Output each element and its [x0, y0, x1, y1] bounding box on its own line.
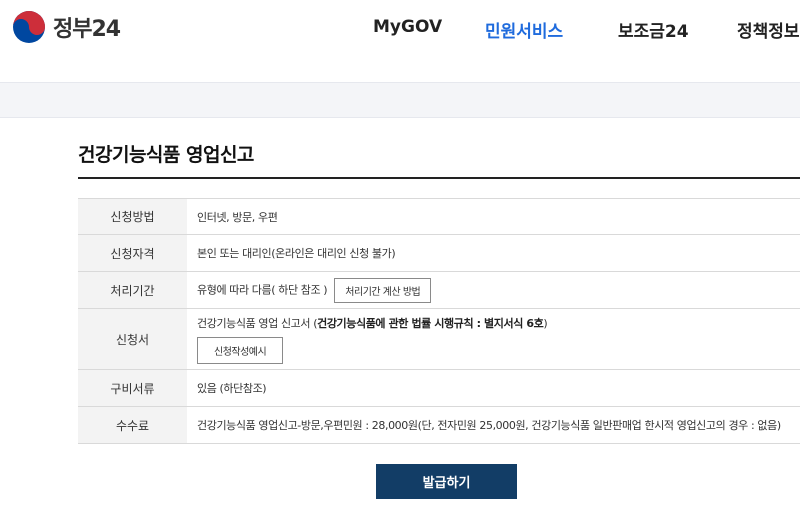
row-value-fee: 건강기능식품 영업신고-방문,우편민원 : 28,000원(단, 전자민원 25…	[197, 419, 781, 432]
row-label-method: 신청방법	[78, 198, 187, 235]
application-example-button[interactable]: 신청작성예시	[197, 336, 284, 364]
page-title: 건강기능식품 영업신고	[78, 144, 254, 166]
form-name: 건강기능식품 영업 신고서 (	[197, 316, 318, 330]
nav-item-policy-info[interactable]: 정책정보	[737, 17, 800, 42]
processing-period-calc-button[interactable]: 처리기간 계산 방법	[334, 277, 432, 303]
row-label-documents: 구비서류	[78, 369, 187, 407]
row-value-form-cell: 건강기능식품 영업 신고서 (건강기능식품에 관한 법률 시행규칙 : 별지서식…	[187, 309, 800, 370]
row-value-method: 인터넷, 방문, 우편	[197, 210, 278, 224]
nav-item-mygov[interactable]: MyGOV	[373, 17, 442, 37]
table-row: 신청자격 본인 또는 대리인(온라인은 대리인 신청 불가)	[78, 234, 800, 272]
row-label-qualification: 신청자격	[78, 234, 187, 272]
sub-band	[0, 82, 800, 118]
form-law-reference: 건강기능식품에 관한 법률 시행규칙 : 별지서식 6호	[317, 316, 544, 330]
issue-button[interactable]: 발급하기	[376, 464, 517, 499]
row-value-documents: 있음 (하단참조)	[197, 382, 267, 395]
table-row: 신청방법 인터넷, 방문, 우편	[78, 198, 800, 235]
title-divider	[78, 177, 800, 179]
row-value-period: 유형에 따라 다름( 하단 참조 )	[197, 283, 328, 296]
row-value-form: 건강기능식품 영업 신고서 (건강기능식품에 관한 법률 시행규칙 : 별지서식…	[197, 315, 800, 331]
main-nav: MyGOV 민원서비스 보조금24 정책정보	[0, 17, 800, 42]
table-row: 신청서 건강기능식품 영업 신고서 (건강기능식품에 관한 법률 시행규칙 : …	[78, 308, 800, 370]
nav-item-subsidy24[interactable]: 보조금24	[618, 17, 689, 42]
row-label-period: 처리기간	[78, 271, 187, 309]
table-row: 구비서류 있음 (하단참조)	[78, 369, 800, 407]
form-suffix: )	[543, 316, 548, 330]
nav-item-civil-service[interactable]: 민원서비스	[485, 17, 563, 42]
service-info-table: 신청방법 인터넷, 방문, 우편 신청자격 본인 또는 대리인(온라인은 대리인…	[78, 198, 800, 444]
row-label-form: 신청서	[78, 308, 187, 370]
table-row: 처리기간 유형에 따라 다름( 하단 참조 ) 처리기간 계산 방법	[78, 271, 800, 309]
row-value-period-cell: 유형에 따라 다름( 하단 참조 ) 처리기간 계산 방법	[187, 272, 800, 309]
table-row: 수수료 건강기능식품 영업신고-방문,우편민원 : 28,000원(단, 전자민…	[78, 406, 800, 444]
row-label-fee: 수수료	[78, 406, 187, 444]
site-header: 정부24 MyGOV 민원서비스 보조금24 정책정보	[0, 0, 800, 58]
row-value-qualification: 본인 또는 대리인(온라인은 대리인 신청 불가)	[197, 247, 396, 260]
